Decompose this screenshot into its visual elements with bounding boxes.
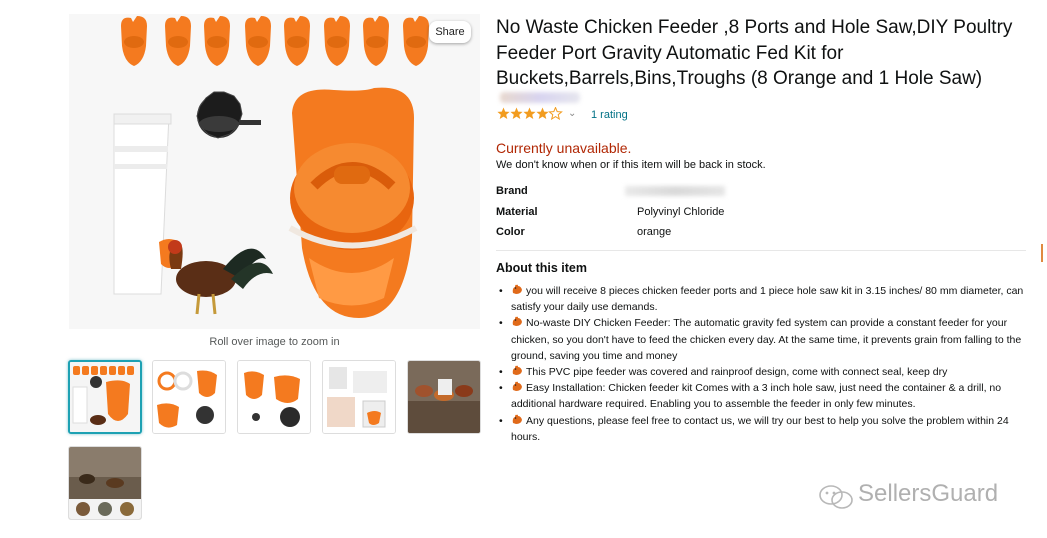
thumbnail-1[interactable] xyxy=(68,360,142,434)
spec-label-brand: Brand xyxy=(496,185,528,197)
brand-value-redacted xyxy=(625,186,725,196)
about-bullet-text: This PVC pipe feeder was covered and rai… xyxy=(526,366,948,379)
about-bullet: Any questions, please feel free to conta… xyxy=(497,413,1027,445)
star-rating[interactable] xyxy=(497,106,563,123)
spec-value-color: orange xyxy=(637,226,672,238)
rooster-icon xyxy=(512,365,522,376)
wechat-icon xyxy=(819,485,853,509)
about-heading: About this item xyxy=(496,261,587,275)
zoom-hint: Roll over image to zoom in xyxy=(209,336,340,348)
feeder-product-illustration xyxy=(69,14,480,329)
main-product-image[interactable] xyxy=(69,14,480,329)
about-bullet-text: Any questions, please feel free to conta… xyxy=(511,414,1009,443)
rooster-icon xyxy=(512,414,522,424)
thumbnail-image xyxy=(153,361,225,433)
thumbnail-image xyxy=(238,361,310,433)
spec-label-color: Color xyxy=(496,226,525,238)
about-bullet: No-waste DIY Chicken Feeder: The automat… xyxy=(497,315,1027,364)
chevron-down-icon[interactable]: ⌄ xyxy=(568,108,576,119)
product-title: No Waste Chicken Feeder ,8 Ports and Hol… xyxy=(496,17,1013,89)
thumbnail-2[interactable] xyxy=(152,360,226,434)
thumbnail-image xyxy=(69,447,141,519)
rating-count-link[interactable]: 1 rating xyxy=(591,109,628,121)
spec-label-material: Material xyxy=(496,206,538,218)
about-bullet: you will receive 8 pieces chicken feeder… xyxy=(497,283,1027,315)
about-bullet-text: No-waste DIY Chicken Feeder: The automat… xyxy=(511,317,1022,362)
about-bullet-text: you will receive 8 pieces chicken feeder… xyxy=(511,285,1024,314)
about-bullet: Easy Installation: Chicken feeder kit Co… xyxy=(497,380,1027,412)
share-button[interactable]: Share xyxy=(429,21,471,43)
stock-message: We don't know when or if this item will … xyxy=(496,159,766,171)
rooster-icon xyxy=(512,317,522,327)
thumbnail-image xyxy=(323,361,395,433)
about-bullet-list: you will receive 8 pieces chicken feeder… xyxy=(497,283,1027,445)
thumbnail-3[interactable] xyxy=(237,360,311,434)
thumbnail-image xyxy=(70,362,140,432)
about-bullet: This PVC pipe feeder was covered and rai… xyxy=(497,364,1027,380)
thumbnail-6[interactable] xyxy=(68,446,142,520)
rooster-icon xyxy=(512,284,522,294)
thumbnail-4[interactable] xyxy=(322,360,396,434)
rooster-icon xyxy=(512,381,522,392)
thumbnail-5[interactable] xyxy=(407,360,481,434)
store-link-redacted[interactable] xyxy=(500,92,580,103)
divider xyxy=(496,250,1026,251)
spec-value-material: Polyvinyl Chloride xyxy=(637,206,725,218)
about-bullet-text: Easy Installation: Chicken feeder kit Co… xyxy=(511,382,1002,411)
watermark-text: SellersGuard xyxy=(858,480,999,507)
scroll-indicator xyxy=(1041,244,1043,262)
thumbnail-image xyxy=(408,361,480,433)
star-icons xyxy=(497,106,563,121)
availability-status: Currently unavailable. xyxy=(496,140,632,156)
